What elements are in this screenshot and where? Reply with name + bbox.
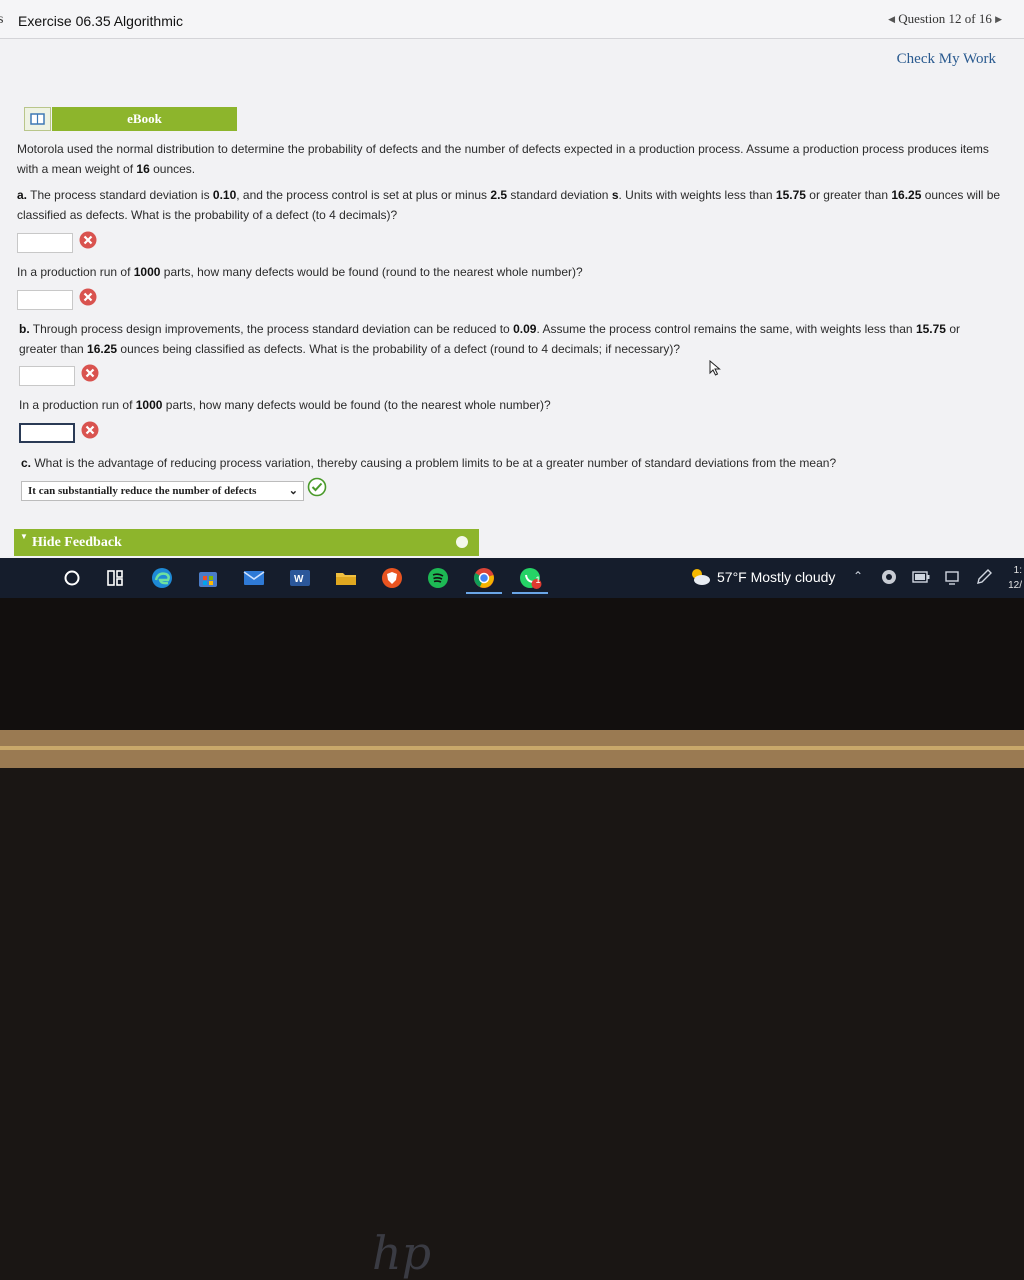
part-b-probability-input[interactable]	[19, 366, 75, 386]
book-icon	[24, 107, 51, 131]
battery-icon[interactable]	[912, 571, 930, 583]
error-x-icon	[81, 421, 99, 439]
chrome-active-indicator	[466, 592, 502, 594]
feedback-status-icon	[456, 536, 468, 548]
part-b-defects-question: In a production run of 1000 parts, how m…	[19, 398, 551, 412]
browser-screen: s Exercise 06.35 Algorithmic ◀ Question …	[0, 0, 1024, 558]
collapse-triangle-icon: ▼	[20, 532, 28, 541]
assignment-header: s Exercise 06.35 Algorithmic ◀ Question …	[0, 0, 1024, 39]
system-clock[interactable]: 1: 12/	[1008, 563, 1022, 593]
check-my-work-link[interactable]: Check My Work	[897, 51, 996, 68]
error-x-icon	[81, 364, 99, 382]
error-x-icon	[79, 288, 97, 306]
ebook-label: eBook	[52, 107, 237, 131]
display-icon[interactable]	[944, 570, 960, 586]
mouse-cursor-icon	[709, 360, 721, 376]
part-b-question: b. Through process design improvements, …	[19, 322, 960, 356]
question-navigator: ◀ Question 12 of 16 ▶	[888, 11, 1002, 27]
part-a-question: a. The process standard deviation is 0.1…	[17, 188, 1001, 222]
part-c-question: c. What is the advantage of reducing pro…	[21, 456, 837, 470]
hide-feedback-button[interactable]: ▼ Hide Feedback	[14, 529, 479, 556]
vpn-shield-icon[interactable]	[380, 566, 404, 590]
task-view-icon[interactable]	[103, 566, 127, 590]
whatsapp-badge: 1	[535, 575, 541, 585]
part-b-defects-input[interactable]	[19, 423, 75, 443]
whatsapp-active-indicator	[512, 592, 548, 594]
spotify-icon[interactable]	[426, 566, 450, 590]
laptop-body	[0, 730, 1024, 768]
next-question-button[interactable]: ▶	[995, 14, 1002, 24]
tray-overflow-icon[interactable]: ⌃	[853, 569, 863, 583]
store-icon[interactable]	[196, 566, 220, 590]
weather-text[interactable]: 57°F Mostly cloudy	[717, 569, 835, 585]
edge-icon[interactable]	[150, 566, 174, 590]
svg-text:W: W	[294, 574, 304, 585]
chevron-down-icon: ⌄	[288, 485, 298, 497]
problem-intro: Motorola used the normal distribution to…	[17, 142, 989, 176]
hp-logo: hp	[372, 1226, 432, 1280]
part-a-defects-input[interactable]	[17, 290, 73, 310]
start-icon[interactable]	[60, 566, 84, 590]
correct-check-icon	[307, 477, 327, 497]
word-icon[interactable]: W	[288, 566, 312, 590]
part-c-answer-select[interactable]: It can substantially reduce the number o…	[21, 481, 304, 501]
windows-taskbar: W 1 57°F Mostly cloudy ⌃ 1: 12/	[0, 558, 1024, 598]
part-a-defects-question: In a production run of 1000 parts, how m…	[17, 265, 583, 279]
ebook-button[interactable]: eBook	[24, 107, 237, 131]
left-edge-fragment: s	[0, 12, 4, 27]
error-x-icon	[79, 231, 97, 249]
question-counter: Question 12 of 16	[898, 11, 992, 26]
sync-icon[interactable]	[881, 569, 897, 585]
prev-question-button[interactable]: ◀	[888, 14, 895, 24]
chrome-icon[interactable]	[472, 566, 496, 590]
exercise-title: Exercise 06.35 Algorithmic	[18, 13, 183, 29]
part-a-probability-input[interactable]	[17, 233, 73, 253]
mail-icon[interactable]	[242, 566, 266, 590]
weather-icon[interactable]	[688, 566, 712, 588]
pen-icon[interactable]	[975, 568, 993, 586]
file-explorer-icon[interactable]	[334, 566, 358, 590]
laptop-bezel: hp	[0, 598, 1024, 1280]
